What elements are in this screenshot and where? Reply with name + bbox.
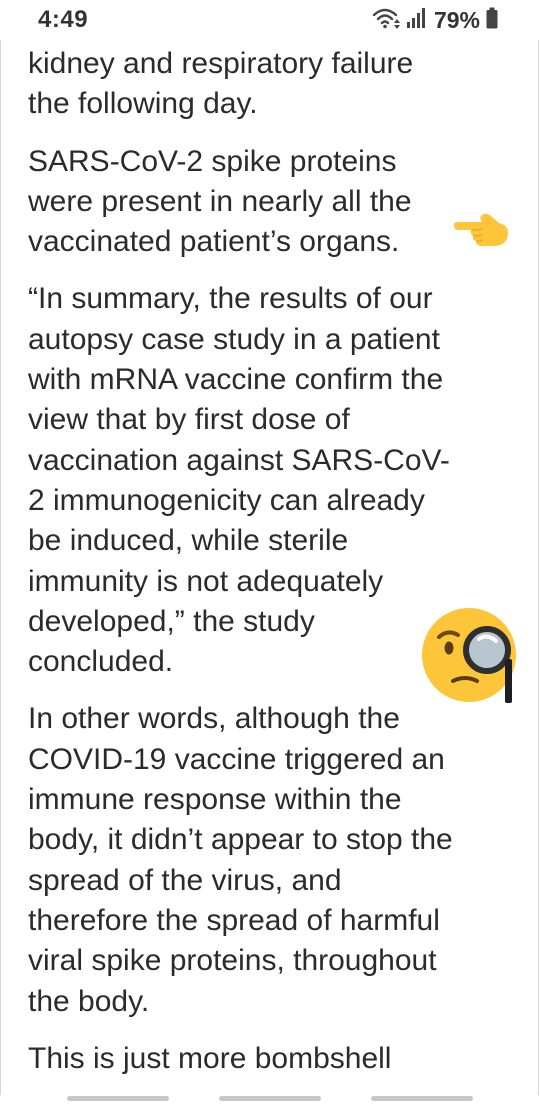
article-body: kidney and respiratory failure the follo… [28, 44, 520, 1095]
navigation-bar [0, 1095, 540, 1110]
article-paragraph: This is just more bombshell [28, 1041, 392, 1075]
article-paragraph: SARS-CoV-2 spike proteins were present i… [28, 144, 412, 259]
face-with-monocle-emoji [421, 605, 521, 705]
nav-recents-button[interactable] [67, 1096, 169, 1101]
article-frame: kidney and respiratory failure the follo… [0, 40, 539, 1095]
status-time: 4:49 [38, 6, 89, 33]
wifi-icon [372, 6, 400, 35]
status-bar: 4:49 79% [0, 0, 540, 40]
battery-percent: 79% [433, 6, 480, 33]
battery-icon [486, 7, 498, 34]
status-icons: 79% [372, 7, 498, 33]
nav-home-button[interactable] [219, 1096, 321, 1101]
nav-back-button[interactable] [371, 1096, 473, 1101]
article-paragraph: kidney and respiratory failure the follo… [28, 47, 414, 121]
signal-icon [406, 7, 428, 34]
pointing-hand-left-emoji [452, 211, 510, 249]
article-paragraph: In other words, although the COVID-19 va… [28, 702, 453, 1018]
